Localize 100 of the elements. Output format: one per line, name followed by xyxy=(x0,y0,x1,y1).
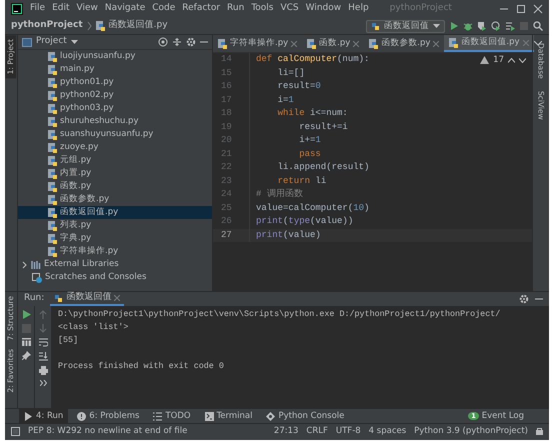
file-tree-item[interactable]: 函数.py xyxy=(18,180,212,193)
soft-wrap-icon[interactable] xyxy=(38,338,48,347)
line-number: 16 xyxy=(220,80,233,93)
editor-tab[interactable]: 函数返回值.py xyxy=(444,35,534,52)
menu-item[interactable]: Edit xyxy=(52,2,70,16)
python-file-icon xyxy=(48,246,57,256)
code-line: value=calComputer(10) xyxy=(249,202,370,215)
file-tree-item[interactable]: shuruheshuchu.py xyxy=(18,115,212,128)
file-tree-item[interactable]: zuoye.py xyxy=(18,141,212,154)
editor-tab[interactable]: 字符串操作.py xyxy=(213,35,302,52)
console-output-line: Process finished with exit code 0 xyxy=(58,360,225,373)
menu-item[interactable]: Tools xyxy=(251,2,274,16)
next-icon[interactable] xyxy=(519,58,526,63)
layout-icon[interactable] xyxy=(22,338,30,346)
previous-icon[interactable] xyxy=(508,58,515,63)
panel-toggle-icon[interactable] xyxy=(11,426,20,436)
file-tree-item[interactable]: 内置.py xyxy=(18,167,212,180)
close-icon[interactable] xyxy=(533,4,543,14)
python-file-icon xyxy=(48,90,57,100)
file-tree-item[interactable]: 字符串操作.py xyxy=(18,245,212,258)
run-config-dropdown[interactable]: 函数返回值 xyxy=(366,20,445,32)
file-tree-item[interactable]: main.py xyxy=(18,63,212,76)
line-number: 18 xyxy=(220,107,233,120)
python-file-icon xyxy=(369,38,378,48)
python-file-icon xyxy=(48,116,57,126)
settings-icon[interactable] xyxy=(186,37,196,47)
more-icon[interactable] xyxy=(40,380,46,386)
file-tree-item[interactable]: python02.py xyxy=(18,89,212,102)
menu-item[interactable]: Help xyxy=(348,2,369,16)
chevron-icon xyxy=(86,21,92,31)
python-file-icon xyxy=(449,38,458,48)
library-icon xyxy=(31,260,41,269)
menu-item[interactable]: Navigate xyxy=(104,2,146,16)
breadcrumb-item[interactable]: 函数返回值.py xyxy=(108,19,168,33)
code-line: print(value) xyxy=(249,228,321,242)
python-file-icon xyxy=(218,38,227,48)
file-tree-item[interactable]: Scratches and Consoles xyxy=(18,271,212,284)
tool-window-tab[interactable]: 6: Problems xyxy=(72,408,144,424)
menu-item[interactable]: View xyxy=(76,2,98,16)
tool-window-tab[interactable]: Python Console xyxy=(261,408,350,424)
search-icon[interactable] xyxy=(533,21,543,31)
tool-window-tab[interactable]: TODO xyxy=(148,408,196,424)
code-line: def calComputer(num): xyxy=(249,53,370,66)
coverage-icon[interactable] xyxy=(477,21,487,31)
line-number: 25 xyxy=(220,202,233,214)
window-title: pythonProject xyxy=(390,2,453,16)
editor-tab[interactable]: 函数参数.py xyxy=(364,35,444,52)
file-tree-item[interactable]: luojiyunsuanfu.py xyxy=(18,50,212,63)
run-list-icon[interactable] xyxy=(505,21,515,31)
file-tree-item[interactable]: 列表.py xyxy=(18,219,212,232)
status-item[interactable]: UTF-8 xyxy=(336,424,361,438)
settings-icon[interactable] xyxy=(519,294,529,304)
locate-icon[interactable] xyxy=(158,37,168,47)
code-line: pass xyxy=(249,148,321,161)
code-line: li=[] xyxy=(249,66,305,80)
python-file-icon xyxy=(48,78,57,88)
problems-icon xyxy=(77,412,86,420)
menu-item[interactable]: Code xyxy=(152,2,176,16)
file-tree-item[interactable]: 字典.py xyxy=(18,232,212,245)
status-item[interactable]: Python 3.9 (pythonProject) xyxy=(414,424,528,438)
run-icon[interactable] xyxy=(22,310,30,319)
console-icon xyxy=(266,412,276,420)
scratches-icon xyxy=(32,272,42,282)
breadcrumb-item[interactable]: pythonProject xyxy=(11,19,83,33)
line-number: 27 xyxy=(220,228,233,242)
python-file-icon xyxy=(96,21,105,31)
maximize-icon[interactable] xyxy=(516,4,526,14)
caret-icon[interactable] xyxy=(70,40,78,44)
menu-item[interactable]: Refactor xyxy=(182,2,220,16)
python-file-icon xyxy=(307,38,316,48)
tool-window-tab[interactable]: Terminal xyxy=(200,408,258,424)
status-item[interactable]: 27:13 xyxy=(274,424,298,438)
file-tree-item[interactable]: 函数参数.py xyxy=(18,193,212,206)
menu-item[interactable]: File xyxy=(30,2,46,16)
tool-window-tab[interactable]: 4: Run xyxy=(19,408,68,424)
menu-item[interactable]: Run xyxy=(227,2,244,16)
python-file-icon xyxy=(48,234,57,244)
profile-icon[interactable] xyxy=(491,21,501,31)
file-tree-item[interactable]: python01.py xyxy=(18,76,212,89)
run-icon[interactable] xyxy=(449,21,459,31)
code-line: # 调用函数 xyxy=(249,188,303,202)
status-item[interactable]: 4 spaces xyxy=(368,424,406,438)
file-tree-item[interactable]: suanshuyunsuanfu.py xyxy=(18,128,212,141)
code-line: i=1 xyxy=(249,94,294,107)
editor-tab[interactable]: 函数.py xyxy=(302,35,364,52)
warning-count[interactable]: 17 xyxy=(493,54,504,67)
file-tree-item[interactable]: 元组.py xyxy=(18,154,212,167)
pin-icon[interactable] xyxy=(22,351,30,360)
file-tree-item[interactable]: python03.py xyxy=(18,102,212,115)
scroll-to-end-icon[interactable] xyxy=(38,352,48,361)
file-tree-item[interactable]: 函数返回值.py xyxy=(18,206,212,219)
menu-item[interactable]: VCS xyxy=(280,2,299,16)
code-line: li.append(result) xyxy=(249,161,370,174)
menu-item[interactable]: Window xyxy=(306,2,342,16)
status-item[interactable]: CRLF xyxy=(306,424,328,438)
bug-icon[interactable] xyxy=(463,21,473,31)
panel-title[interactable]: Project xyxy=(36,35,67,49)
file-tree-item[interactable]: External Libraries xyxy=(18,258,212,271)
collapse-icon[interactable] xyxy=(172,37,182,47)
lock-icon[interactable] xyxy=(536,427,543,435)
